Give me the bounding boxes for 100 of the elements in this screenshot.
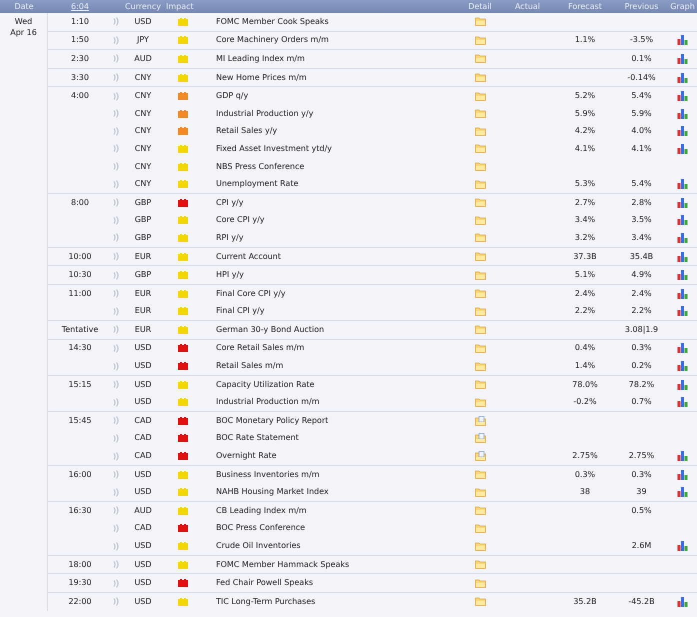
bar-chart-icon[interactable] [677, 72, 688, 83]
speaker-icon[interactable] [112, 380, 120, 390]
event-title[interactable]: New Home Prices m/m [200, 74, 460, 82]
folder-icon[interactable] [474, 306, 486, 316]
speaker-icon[interactable] [112, 488, 120, 497]
folder-icon[interactable] [474, 73, 486, 82]
event-title[interactable]: Retail Sales y/y [200, 127, 460, 136]
bar-chart-icon[interactable] [677, 108, 688, 119]
speaker-icon[interactable] [112, 252, 120, 262]
folder-icon[interactable] [474, 126, 486, 136]
bar-chart-icon[interactable] [677, 91, 688, 102]
folder-icon[interactable] [474, 524, 486, 533]
bar-chart-icon[interactable] [677, 232, 688, 243]
event-title[interactable]: BOC Rate Statement [200, 434, 460, 442]
folder-icon[interactable] [474, 36, 486, 45]
folder-icon[interactable] [474, 144, 486, 154]
speaker-icon[interactable] [112, 560, 120, 570]
speaker-icon[interactable] [112, 73, 120, 82]
bar-chart-icon[interactable] [677, 252, 688, 262]
bar-chart-icon[interactable] [677, 596, 688, 607]
speaker-icon[interactable] [112, 362, 120, 371]
event-title[interactable]: CPI y/y [200, 198, 460, 207]
event-title[interactable]: Final Core CPI y/y [200, 290, 460, 298]
event-title[interactable]: Crude Oil Inventories [200, 542, 460, 550]
speaker-icon[interactable] [112, 36, 120, 45]
folder-icon[interactable] [474, 233, 486, 242]
folder-document-icon[interactable] [474, 433, 486, 444]
speaker-icon[interactable] [112, 17, 120, 26]
bar-chart-icon[interactable] [677, 343, 688, 354]
bar-chart-icon[interactable] [677, 306, 688, 316]
event-title[interactable]: Fixed Asset Investment ytd/y [200, 144, 460, 153]
event-title[interactable]: Core Retail Sales m/m [200, 344, 460, 352]
event-title[interactable]: Business Inventories m/m [200, 470, 460, 479]
folder-icon[interactable] [474, 54, 486, 64]
event-title[interactable]: NBS Press Conference [200, 162, 460, 171]
folder-icon[interactable] [474, 198, 486, 208]
event-title[interactable]: NAHB Housing Market Index [200, 488, 460, 496]
speaker-icon[interactable] [112, 270, 120, 280]
folder-icon[interactable] [474, 216, 486, 225]
bar-chart-icon[interactable] [677, 541, 688, 552]
event-title[interactable]: HPI y/y [200, 271, 460, 280]
event-title[interactable]: Capacity Utilization Rate [200, 380, 460, 389]
folder-icon[interactable] [474, 289, 486, 298]
bar-chart-icon[interactable] [677, 487, 688, 498]
speaker-icon[interactable] [112, 144, 120, 154]
event-title[interactable]: CB Leading Index m/m [200, 506, 460, 515]
event-title[interactable]: FOMC Member Hammack Speaks [200, 560, 460, 569]
folder-icon[interactable] [474, 270, 486, 280]
speaker-icon[interactable] [112, 416, 120, 426]
speaker-icon[interactable] [112, 542, 120, 551]
folder-document-icon[interactable] [474, 416, 486, 426]
bar-chart-icon[interactable] [677, 270, 688, 280]
event-title[interactable]: Industrial Production y/y [200, 110, 460, 118]
folder-icon[interactable] [474, 560, 486, 570]
speaker-icon[interactable] [112, 470, 120, 480]
bar-chart-icon[interactable] [677, 380, 688, 390]
event-title[interactable]: BOC Press Conference [200, 524, 460, 532]
speaker-icon[interactable] [112, 452, 120, 461]
speaker-icon[interactable] [112, 325, 120, 334]
event-title[interactable]: Current Account [200, 252, 460, 261]
event-title[interactable]: Final CPI y/y [200, 307, 460, 316]
event-title[interactable]: FOMC Member Cook Speaks [200, 18, 460, 26]
event-title[interactable]: TIC Long-Term Purchases [200, 598, 460, 606]
bar-chart-icon[interactable] [677, 288, 688, 299]
bar-chart-icon[interactable] [677, 397, 688, 408]
event-title[interactable]: Core CPI y/y [200, 216, 460, 224]
event-title[interactable]: Industrial Production m/m [200, 398, 460, 406]
folder-document-icon[interactable] [474, 451, 486, 462]
speaker-icon[interactable] [112, 92, 120, 101]
event-title[interactable]: German 30-y Bond Auction [200, 326, 460, 334]
event-title[interactable]: Core Machinery Orders m/m [200, 36, 460, 44]
bar-chart-icon[interactable] [677, 126, 688, 136]
event-title[interactable]: Overnight Rate [200, 452, 460, 460]
speaker-icon[interactable] [112, 434, 120, 443]
folder-icon[interactable] [474, 109, 486, 118]
bar-chart-icon[interactable] [677, 470, 688, 480]
bar-chart-icon[interactable] [677, 179, 688, 190]
folder-icon[interactable] [474, 597, 486, 606]
bar-chart-icon[interactable] [677, 54, 688, 64]
speaker-icon[interactable] [112, 398, 120, 407]
bar-chart-icon[interactable] [677, 35, 688, 46]
speaker-icon[interactable] [112, 180, 120, 189]
speaker-icon[interactable] [112, 597, 120, 606]
event-title[interactable]: Unemployment Rate [200, 180, 460, 188]
speaker-icon[interactable] [112, 109, 120, 118]
folder-icon[interactable] [474, 578, 486, 588]
event-title[interactable]: BOC Monetary Policy Report [200, 416, 460, 425]
folder-icon[interactable] [474, 470, 486, 480]
folder-icon[interactable] [474, 180, 486, 189]
folder-icon[interactable] [474, 252, 486, 262]
speaker-icon[interactable] [112, 126, 120, 136]
bar-chart-icon[interactable] [677, 144, 688, 154]
folder-icon[interactable] [474, 542, 486, 551]
speaker-icon[interactable] [112, 54, 120, 64]
event-title[interactable]: Fed Chair Powell Speaks [200, 579, 460, 588]
event-title[interactable]: RPI y/y [200, 234, 460, 242]
folder-icon[interactable] [474, 344, 486, 353]
speaker-icon[interactable] [112, 524, 120, 533]
folder-icon[interactable] [474, 162, 486, 172]
folder-icon[interactable] [474, 380, 486, 390]
